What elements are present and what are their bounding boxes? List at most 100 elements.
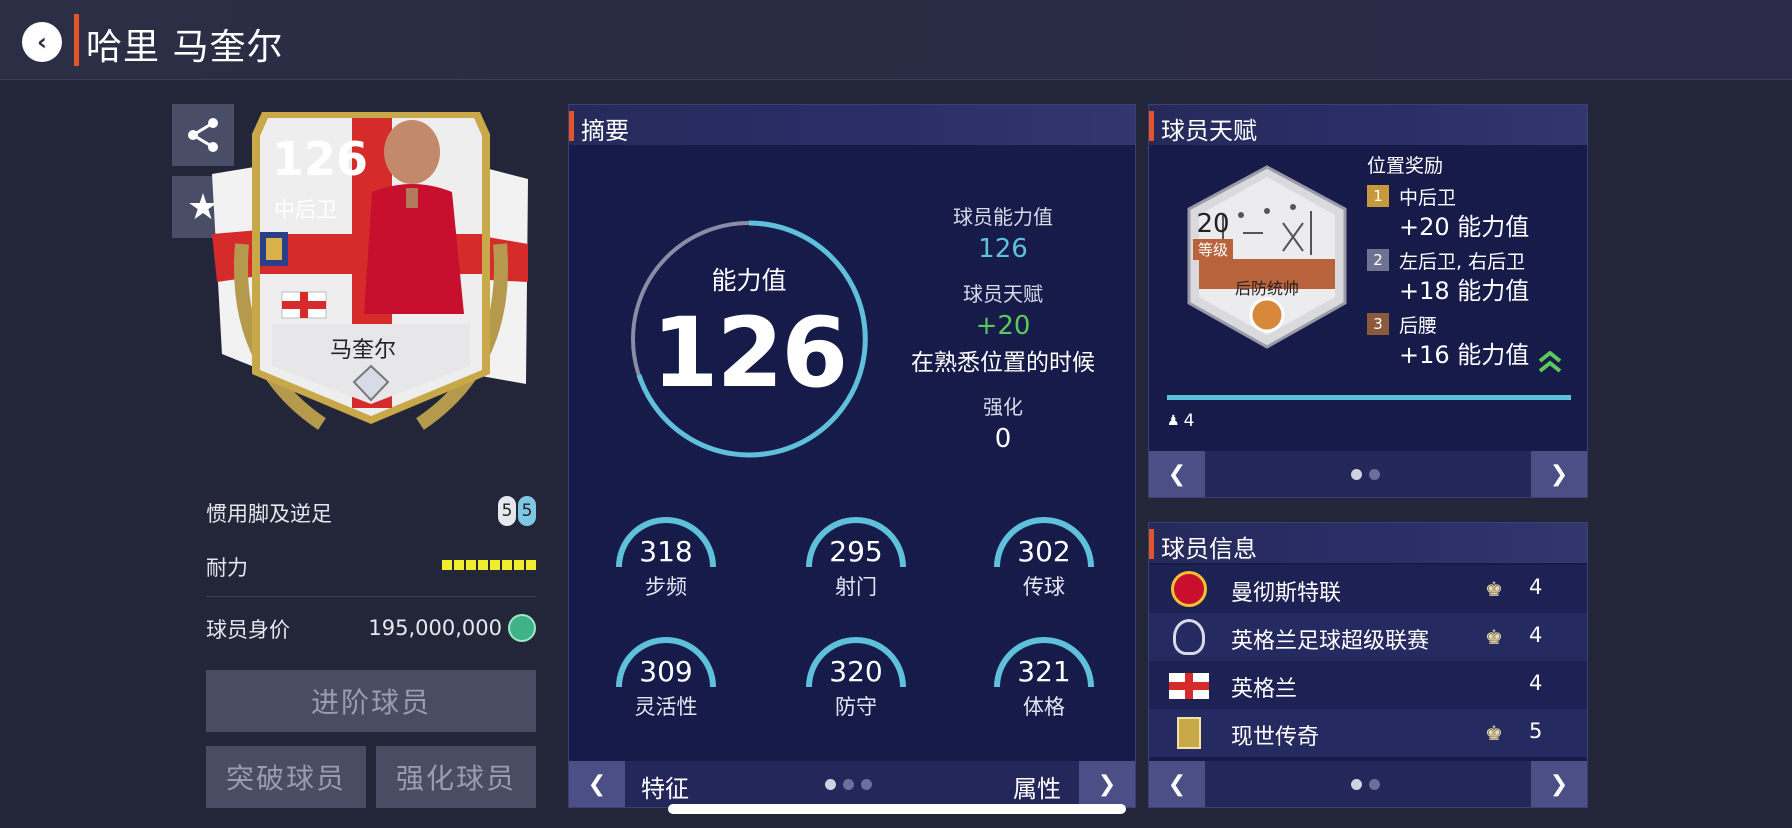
home-indicator[interactable] xyxy=(668,804,1126,814)
crown-icon: ♚ xyxy=(1485,577,1503,601)
stamina-segment xyxy=(466,560,476,570)
preferred-foot-row: 惯用脚及逆足 5 5 xyxy=(206,496,536,528)
stat-value: 321 xyxy=(1017,655,1071,688)
page-dot xyxy=(843,779,854,790)
stamina-row: 耐力 xyxy=(206,552,536,582)
info-row-name: 英格兰足球超级联赛 xyxy=(1231,629,1430,654)
title-accent xyxy=(74,14,79,66)
features-tab[interactable]: 特征 xyxy=(641,769,689,804)
talent-next-button[interactable]: ❯ xyxy=(1531,451,1587,497)
card-position: 中后卫 xyxy=(274,198,337,222)
stat-gauge: 321 体格 xyxy=(989,635,1099,735)
top-bar: ‹ 哈里 马奎尔 xyxy=(0,0,1792,80)
attributes-tab[interactable]: 属性 xyxy=(1013,769,1061,804)
talent-count: 4 xyxy=(1183,411,1195,431)
info-row-club[interactable]: 曼彻斯特联 ♚ 4 xyxy=(1149,565,1587,613)
summary-prev-button[interactable]: ❮ xyxy=(569,761,625,807)
chevron-up-double-icon xyxy=(1538,351,1562,373)
info-row-num: 5 xyxy=(1529,719,1543,743)
season-emblem-icon xyxy=(1177,717,1201,749)
back-button[interactable]: ‹ xyxy=(22,22,62,62)
info-next-button[interactable]: ❯ xyxy=(1531,761,1587,807)
stamina-segment xyxy=(502,560,512,570)
info-row-num: 4 xyxy=(1529,575,1543,599)
bonus-item: 1 中后卫 +20 能力值 xyxy=(1367,183,1577,241)
divider xyxy=(206,596,536,597)
page-dot xyxy=(1369,779,1380,790)
stat-label: 传球 xyxy=(1023,575,1065,599)
stamina-bar xyxy=(442,560,536,570)
talent-panel: 球员天赋 20 等级 后防统帅 位置奖励 1 中后卫 +20 能力值 2 左后卫, 右后… xyxy=(1148,104,1588,498)
player-value: 195,000,000 xyxy=(368,616,502,640)
stamina-segment xyxy=(490,560,500,570)
bonus-positions: 中后卫 xyxy=(1399,187,1457,209)
page-dot xyxy=(861,779,872,790)
advance-player-button[interactable]: 进阶球员 xyxy=(206,670,536,732)
card-rating: 126 xyxy=(272,132,369,186)
enhance-value: 0 xyxy=(994,424,1012,454)
stat-value: 309 xyxy=(639,655,693,688)
info-row-name: 现世传奇 xyxy=(1231,725,1320,750)
stat-gauge: 318 步频 xyxy=(611,515,721,615)
stat-value: 295 xyxy=(829,535,883,568)
info-header: 球员信息 xyxy=(1149,523,1587,563)
talent-prev-button[interactable]: ❮ xyxy=(1149,451,1205,497)
chevron-left-icon: ‹ xyxy=(37,28,47,56)
talent-badge-name: 后防统帅 xyxy=(1234,279,1299,298)
info-title: 球员信息 xyxy=(1161,535,1257,563)
summary-title: 摘要 xyxy=(581,117,629,145)
page-title: 哈里 马奎尔 xyxy=(86,27,284,68)
info-panel: 球员信息 曼彻斯特联 ♚ 4 英格兰足球超级联赛 ♚ 4 英格兰 4 现世传奇 … xyxy=(1148,522,1588,808)
info-row-nation[interactable]: 英格兰 4 xyxy=(1149,661,1587,709)
chevron-left-icon: ❮ xyxy=(1167,771,1187,797)
player-card[interactable]: 126 中后卫 马奎尔 xyxy=(212,104,530,434)
overall-label: 能力值 xyxy=(711,266,787,295)
ability-value: 126 xyxy=(978,234,1028,264)
page-dot-active xyxy=(825,779,836,790)
club-crest-icon xyxy=(1171,571,1207,607)
stat-label: 射门 xyxy=(835,575,877,599)
upgrade-player-button[interactable]: 强化球员 xyxy=(376,746,536,808)
summary-next-button[interactable]: ❯ xyxy=(1079,761,1135,807)
person-icon: ♟ xyxy=(1167,413,1180,429)
bonus-positions: 后腰 xyxy=(1399,315,1438,337)
bonus-value: +18 能力值 xyxy=(1399,277,1530,305)
page-dot-active xyxy=(1351,779,1362,790)
info-row-league[interactable]: 英格兰足球超级联赛 ♚ 4 xyxy=(1149,613,1587,661)
stamina-segment xyxy=(454,560,464,570)
talent-progress-bar xyxy=(1167,395,1571,400)
info-row-season[interactable]: 现世传奇 ♚ 5 xyxy=(1149,709,1587,757)
stamina-label: 耐力 xyxy=(206,556,248,580)
bonus-value: +16 能力值 xyxy=(1399,341,1530,369)
summary-header: 摘要 xyxy=(569,105,1135,145)
break-player-label: 突破球员 xyxy=(225,762,346,795)
chevron-right-icon: ❯ xyxy=(1549,461,1569,487)
stat-gauge: 309 灵活性 xyxy=(611,635,721,735)
card-name: 马奎尔 xyxy=(330,338,397,363)
stamina-segment xyxy=(478,560,488,570)
bonus-rank: 1 xyxy=(1367,185,1389,207)
talent-level: 20 xyxy=(1196,209,1230,239)
stat-gauge: 320 防守 xyxy=(801,635,911,735)
upgrade-player-label: 强化球员 xyxy=(395,762,516,795)
stat-label: 体格 xyxy=(1023,695,1065,719)
stat-gauge: 302 传球 xyxy=(989,515,1099,615)
talent-title: 球员天赋 xyxy=(1161,117,1257,145)
preferred-foot-label: 惯用脚及逆足 xyxy=(206,502,332,526)
page-dot-active xyxy=(1351,469,1362,480)
stamina-segment xyxy=(514,560,524,570)
foot-left-badge: 5 xyxy=(498,496,516,526)
player-value-row: 球员身价 195,000,000 xyxy=(206,614,536,644)
stat-label: 防守 xyxy=(835,695,877,719)
crown-icon: ♚ xyxy=(1485,625,1503,649)
break-player-button[interactable]: 突破球员 xyxy=(206,746,366,808)
stat-label: 步频 xyxy=(645,575,687,599)
bonus-positions: 左后卫, 右后卫 xyxy=(1399,251,1526,273)
player-value-label: 球员身价 xyxy=(206,618,290,642)
enhance-label: 强化 xyxy=(983,395,1023,419)
chevron-right-icon: ❯ xyxy=(1549,771,1569,797)
talent-value: +20 xyxy=(975,311,1031,341)
stat-value: 318 xyxy=(639,535,693,568)
info-row-num: 4 xyxy=(1529,671,1543,695)
info-prev-button[interactable]: ❮ xyxy=(1149,761,1205,807)
